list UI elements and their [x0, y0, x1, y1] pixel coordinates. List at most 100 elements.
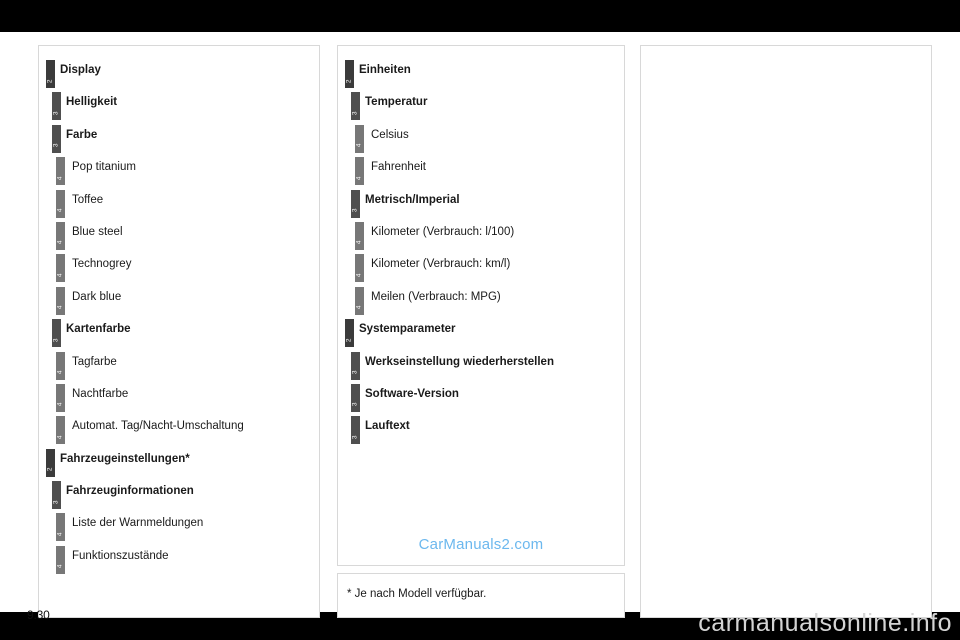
menu-item-label: Fahrzeugeinstellungen*	[60, 452, 190, 465]
menu-item-label: Fahrzeuginformationen	[66, 485, 194, 498]
menu-item-label: Systemparameter	[359, 323, 456, 336]
menu-item[interactable]: 4 Technogrey	[39, 254, 319, 286]
level-indicator-bar: 4	[355, 221, 364, 250]
level-number: 3	[351, 370, 359, 375]
level-indicator-bar: 3	[351, 189, 360, 218]
level-indicator-bar: 4	[56, 157, 65, 186]
menu-item[interactable]: 4 Kilometer (Verbrauch: km/l)	[338, 254, 624, 286]
menu-item[interactable]: 4 Kilometer (Verbrauch: l/100)	[338, 221, 624, 254]
level-indicator-bar: 4	[56, 189, 65, 218]
menu-item[interactable]: 3 Software-Version	[338, 383, 624, 416]
menu-item[interactable]: 4 Dark blue	[39, 286, 319, 319]
level-number: 4	[56, 305, 64, 310]
menu-item[interactable]: 4 Funktionszustände	[39, 545, 319, 578]
menu-item-label: Display	[60, 64, 101, 76]
menu-item[interactable]: 3 Metrisch/Imperial	[338, 189, 624, 222]
menu-item-label: Nachtfarbe	[72, 387, 129, 400]
menu-item[interactable]: 4 Toffee	[39, 189, 319, 222]
level-indicator-bar: 3	[52, 319, 61, 348]
menu-item-label: Toffee	[72, 193, 104, 206]
menu-item[interactable]: 3 Temperatur	[338, 92, 624, 124]
content-watermark: CarManuals2.com	[418, 536, 544, 553]
level-indicator-bar: 4	[355, 157, 364, 186]
menu-item-label: Farbe	[66, 128, 98, 141]
menu-item[interactable]: 3 Werkseinstellung wiederherstellen	[338, 351, 624, 384]
menu-column-left: 2 Display 3 Helligkeit 3 Farbe 4 Pop titanium 4 T…	[38, 45, 320, 618]
level-number: 4	[355, 305, 363, 310]
level-number: 4	[56, 370, 64, 375]
menu-item[interactable]: 4 Liste der Warnmeldungen	[39, 513, 319, 545]
menu-item-label: Blue steel	[72, 225, 123, 238]
menu-item-label: Fahrenheit	[371, 161, 426, 174]
level-indicator-bar: 3	[52, 92, 61, 121]
menu-item[interactable]: 4 Blue steel	[39, 221, 319, 254]
level-number: 4	[56, 240, 64, 245]
level-number: 4	[355, 273, 363, 277]
menu-item[interactable]: 4 Automat. Tag/Nacht-Umschaltung	[39, 416, 319, 448]
menu-item-label: Kilometer (Verbrauch: km/l)	[371, 258, 511, 271]
menu-item-label: Automat. Tag/Nacht-Umschaltung	[72, 420, 244, 433]
level-indicator-bar: 4	[56, 416, 65, 445]
level-indicator-bar: 4	[355, 254, 364, 283]
level-number: 4	[355, 176, 363, 180]
menu-item-label: Kartenfarbe	[66, 323, 131, 336]
menu-item[interactable]: 4 Tagfarbe	[39, 351, 319, 384]
menu-item[interactable]: 3 Kartenfarbe	[39, 319, 319, 351]
menu-item-label: Tagfarbe	[72, 355, 117, 368]
menu-item[interactable]: 3 Farbe	[39, 124, 319, 157]
level-number: 3	[351, 435, 359, 439]
menu-item-label: Celsius	[371, 128, 409, 141]
level-indicator-bar: 4	[355, 286, 364, 315]
menu-column-right	[640, 45, 932, 618]
menu-item-label: Temperatur	[365, 96, 428, 109]
level-indicator-bar: 3	[351, 416, 360, 445]
level-number: 2	[46, 467, 54, 472]
menu-item-label: Metrisch/Imperial	[365, 193, 460, 206]
menu-item[interactable]: 4 Meilen (Verbrauch: MPG)	[338, 286, 624, 319]
level-indicator-bar: 2	[345, 319, 354, 348]
menu-item[interactable]: 3 Lauftext	[338, 416, 624, 448]
menu-item[interactable]: 3 Helligkeit	[39, 92, 319, 124]
menu-item-label: Meilen (Verbrauch: MPG)	[371, 290, 501, 303]
menu-item-label: Werkseinstellung wiederherstellen	[365, 355, 554, 368]
level-indicator-bar: 3	[52, 481, 61, 510]
menu-item[interactable]: 4 Celsius	[338, 124, 624, 157]
page-sheet: 2 Display 3 Helligkeit 3 Farbe 4 Pop titanium 4 T…	[0, 32, 960, 618]
menu-item-label: Liste der Warnmeldungen	[72, 517, 204, 530]
level-indicator-bar: 2	[345, 60, 354, 88]
menu-item[interactable]: 2 Display	[39, 60, 319, 92]
level-indicator-bar: 4	[355, 124, 364, 153]
site-watermark: carmanualsonline.info	[698, 609, 952, 637]
menu-item-label: Pop titanium	[72, 161, 136, 174]
menu-item[interactable]: 4 Nachtfarbe	[39, 383, 319, 416]
level-indicator-bar: 4	[56, 221, 65, 250]
menu-item[interactable]: 2 Fahrzeugeinstellungen*	[39, 448, 319, 481]
level-indicator-bar: 3	[351, 383, 360, 412]
menu-item[interactable]: 2 Systemparameter	[338, 319, 624, 351]
menu-item[interactable]: 2 Einheiten	[338, 60, 624, 92]
menu-tree-middle: 2 Einheiten 3 Temperatur 4 Celsius 4 Fahrenheit…	[338, 46, 624, 449]
footnote-text: * Je nach Modell verfügbar.	[347, 588, 487, 600]
level-indicator-bar: 3	[351, 351, 360, 380]
level-indicator-bar: 4	[56, 286, 65, 315]
menu-item[interactable]: 4 Pop titanium	[39, 157, 319, 189]
menu-item-label: Einheiten	[359, 64, 411, 76]
level-number: 4	[56, 435, 64, 439]
level-number: 2	[345, 338, 353, 342]
level-number: 4	[56, 176, 64, 180]
level-indicator-bar: 2	[46, 60, 55, 88]
menu-item-label: Technogrey	[72, 258, 132, 271]
menu-item[interactable]: 4 Fahrenheit	[338, 157, 624, 189]
level-indicator-bar: 4	[56, 351, 65, 380]
menu-item-label: Lauftext	[365, 420, 410, 433]
level-number: 2	[345, 78, 353, 83]
menu-item-label: Helligkeit	[66, 96, 118, 109]
menu-item[interactable]: 3 Fahrzeuginformationen	[39, 481, 319, 513]
level-number: 4	[355, 143, 363, 148]
level-indicator-bar: 4	[56, 383, 65, 412]
level-number: 3	[52, 111, 60, 115]
level-number: 4	[56, 402, 64, 407]
level-number: 3	[351, 208, 359, 213]
level-number: 4	[56, 564, 64, 569]
menu-column-middle: 2 Einheiten 3 Temperatur 4 Celsius 4 Fahrenheit…	[337, 45, 625, 566]
